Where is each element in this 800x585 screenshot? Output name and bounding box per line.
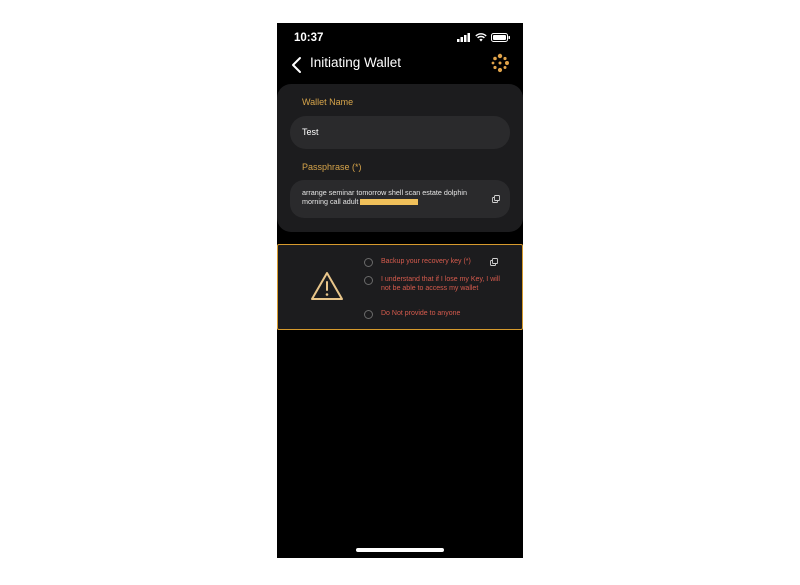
wallet-form-card: Wallet Name Test Passphrase (*) arrange … xyxy=(277,84,523,232)
wallet-name-label: Wallet Name xyxy=(302,97,354,107)
status-bar: 10:37 xyxy=(277,23,523,53)
check-circle-icon[interactable] xyxy=(364,310,373,319)
check-label-do-not-provide: Do Not provide to anyone xyxy=(381,310,461,317)
check-circle-icon[interactable] xyxy=(364,276,373,285)
check-label-understand: I understand that if I lose my Key, I wi… xyxy=(381,276,500,292)
passphrase-field[interactable]: arrange seminar tomorrow shell scan esta… xyxy=(290,180,510,218)
home-indicator[interactable] xyxy=(356,548,444,552)
warning-box: Backup your recovery key (*) I understan… xyxy=(277,244,523,330)
status-time: 10:37 xyxy=(294,32,324,44)
passphrase-redaction xyxy=(360,199,419,206)
passphrase-text-wrap: arrange seminar tomorrow shell scan esta… xyxy=(302,188,492,206)
cellular-signal-icon xyxy=(457,33,470,42)
passphrase-label: Passphrase (*) xyxy=(302,162,362,172)
back-chevron-icon[interactable] xyxy=(289,55,305,75)
copy-icon[interactable] xyxy=(492,195,500,203)
copy-icon[interactable] xyxy=(490,258,498,266)
battery-icon xyxy=(491,33,510,42)
check-row-understand[interactable]: I understand that if I lose my Key, I wi… xyxy=(364,275,506,293)
phone-screen: 10:37 Initiating Wallet Wallet Name Test… xyxy=(277,23,523,558)
warning-triangle-icon xyxy=(311,272,343,300)
status-icons xyxy=(457,33,511,42)
header: Initiating Wallet xyxy=(277,51,523,81)
check-circle-icon[interactable] xyxy=(364,258,373,267)
app-logo-icon xyxy=(491,53,509,73)
wifi-icon xyxy=(475,33,487,42)
page-title: Initiating Wallet xyxy=(310,55,402,70)
wallet-name-field[interactable]: Test xyxy=(290,116,510,149)
wallet-name-value: Test xyxy=(302,127,319,137)
check-label-backup: Backup your recovery key (*) xyxy=(381,258,471,265)
check-row-backup[interactable]: Backup your recovery key (*) xyxy=(364,257,471,267)
check-row-do-not-provide[interactable]: Do Not provide to anyone xyxy=(364,309,460,319)
